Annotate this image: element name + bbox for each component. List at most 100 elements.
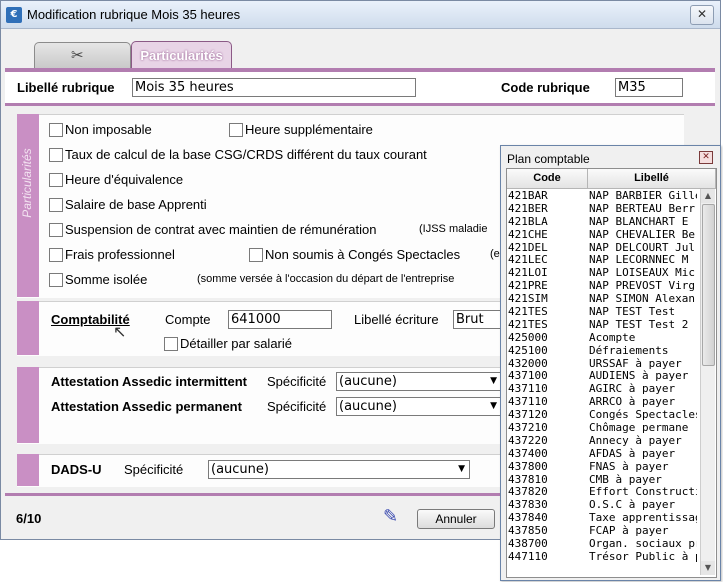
tab-particularites[interactable]: Particularités [131, 41, 232, 69]
specificite-intermittent-label: Spécificité [267, 374, 327, 389]
chevron-down-icon: ▼ [458, 464, 465, 474]
pencil-icon[interactable]: ✎ [383, 506, 398, 527]
table-row[interactable]: 425000 Acompte [507, 332, 697, 345]
non-imposable-label: Non imposable [65, 122, 152, 137]
non-soumis-conges-label: Non soumis à Congés Spectacles [265, 247, 461, 262]
row-libelle: Défraiements [589, 344, 669, 357]
table-row[interactable]: 437810 CMB à payer [507, 474, 697, 487]
non-soumis-note: (e [490, 248, 500, 260]
row-code: 421SIM [508, 293, 548, 306]
divider [5, 103, 715, 106]
salaire-base-apprenti-checkbox[interactable] [49, 198, 63, 212]
column-header-libelle[interactable]: Libellé [588, 169, 716, 189]
table-row[interactable]: 437850 FCAP à payer [507, 525, 697, 538]
row-code: 438700 [508, 538, 548, 551]
particularites-strip: Particularités [17, 114, 39, 297]
suspension-contrat-checkbox[interactable] [49, 223, 63, 237]
row-code: 437100 [508, 370, 548, 383]
plan-comptable-popup: Plan comptable ✕ Code Libellé 421BAR NAP … [500, 145, 721, 581]
window-close-button[interactable]: ✕ [690, 5, 714, 25]
table-row[interactable]: 421SIM NAP SIMON Alexan [507, 293, 697, 306]
table-row[interactable]: 421TES NAP TEST Test [507, 306, 697, 319]
row-libelle: Acompte [589, 331, 636, 344]
row-code: 421LOI [508, 267, 548, 280]
column-header-code[interactable]: Code [507, 169, 588, 189]
libelle-rubrique-input[interactable]: Mois 35 heures [132, 78, 416, 97]
tab-general[interactable]: ✂ [34, 42, 131, 68]
table-row[interactable]: 437800 FNAS à payer [507, 461, 697, 474]
table-row[interactable]: 421BAR NAP BARBIER Gille [507, 190, 697, 203]
row-code: 437400 [508, 447, 548, 460]
row-libelle: Congés Spectacles [589, 409, 697, 422]
non-imposable-checkbox[interactable] [49, 123, 63, 137]
dads-strip [17, 454, 39, 486]
table-row[interactable]: 421LEC NAP LECORNNEC M [507, 254, 697, 267]
app-icon: € [6, 7, 22, 23]
popup-close-icon[interactable]: ✕ [699, 151, 713, 164]
annuler-button[interactable]: Annuler [417, 509, 495, 529]
detailler-salarie-label: Détailler par salarié [180, 336, 292, 351]
detailler-salarie-checkbox[interactable] [164, 337, 178, 351]
table-row[interactable]: 421DEL NAP DELCOURT Jul [507, 242, 697, 255]
row-code: 437820 [508, 486, 548, 499]
table-row[interactable]: 437400 AFDAS à payer [507, 448, 697, 461]
wrench-tools-icon: ✂ [71, 46, 84, 64]
row-libelle: NAP LOISEAUX Mic [589, 267, 695, 280]
table-row[interactable]: 437100 AUDIENS à payer [507, 370, 697, 383]
vertical-scrollbar[interactable]: ▲ ▼ [700, 189, 715, 575]
compte-input[interactable]: 641000 [228, 310, 332, 329]
row-code: 437110 [508, 383, 548, 396]
table-row[interactable]: 437820 Effort Construction [507, 486, 697, 499]
somme-isolee-checkbox[interactable] [49, 273, 63, 287]
table-row[interactable]: 437110 ARRCO à payer [507, 396, 697, 409]
table-row[interactable]: 421PRE NAP PREVOST Virg [507, 280, 697, 293]
row-code: 421TES [508, 306, 548, 319]
libelle-ecriture-label: Libellé écriture [354, 312, 439, 327]
row-code: 421DEL [508, 241, 548, 254]
table-row[interactable]: 421CHE NAP CHEVALIER Be [507, 229, 697, 242]
code-rubrique-label: Code rubrique [501, 80, 590, 95]
table-row[interactable]: 421LOI NAP LOISEAUX Mic [507, 267, 697, 280]
table-row[interactable]: 421TES NAP TEST Test 2 [507, 319, 697, 332]
table-row[interactable]: 438700 Organ. sociaux pro [507, 538, 697, 551]
specificite-intermittent-dropdown[interactable]: (aucune) ▼ [336, 372, 502, 391]
page-indicator: 6/10 [16, 511, 42, 526]
table-row[interactable]: 437220 Annecy à payer [507, 435, 697, 448]
row-libelle: NAP TEST Test [589, 306, 676, 319]
table-row[interactable]: 421BER NAP BERTEAU Berr [507, 203, 697, 216]
row-libelle: O.S.C à payer [589, 499, 676, 512]
heure-supplementaire-checkbox[interactable] [229, 123, 243, 137]
table-row[interactable]: 437210 Chômage permane [507, 422, 697, 435]
row-code: 437110 [508, 396, 548, 409]
heure-supplementaire-label: Heure supplémentaire [245, 122, 373, 137]
row-code: 437120 [508, 409, 548, 422]
libelle-ecriture-input[interactable]: Brut [453, 310, 503, 329]
row-libelle: NAP PREVOST Virg [589, 280, 695, 293]
row-libelle: Organ. sociaux pro [589, 538, 697, 551]
table-row[interactable]: 447110 Trésor Public à pay [507, 551, 697, 564]
code-rubrique-input[interactable]: M35 [615, 78, 683, 97]
table-row[interactable]: 437120 Congés Spectacles [507, 409, 697, 422]
comptabilite-strip [17, 301, 39, 355]
table-row[interactable]: 432000 URSSAF à payer [507, 358, 697, 371]
row-libelle: Chômage permane [589, 422, 689, 435]
scroll-up-icon[interactable]: ▲ [701, 189, 715, 203]
taux-calcul-checkbox[interactable] [49, 148, 63, 162]
row-code: 421BER [508, 202, 548, 215]
heure-equivalence-checkbox[interactable] [49, 173, 63, 187]
dads-specificite-dropdown[interactable]: (aucune) ▼ [208, 460, 470, 479]
scroll-down-icon[interactable]: ▼ [701, 561, 715, 575]
row-code: 421PRE [508, 280, 548, 293]
table-row[interactable]: 437840 Taxe apprentissage [507, 512, 697, 525]
specificite-permanent-dropdown[interactable]: (aucune) ▼ [336, 397, 502, 416]
table-row[interactable]: 437110 AGIRC à payer [507, 383, 697, 396]
scrollbar-thumb[interactable] [702, 204, 715, 366]
table-row[interactable]: 421BLA NAP BLANCHART E [507, 216, 697, 229]
frais-professionnel-checkbox[interactable] [49, 248, 63, 262]
row-libelle: NAP TEST Test 2 [589, 318, 689, 331]
non-soumis-conges-checkbox[interactable] [249, 248, 263, 262]
specificite-permanent-label: Spécificité [267, 399, 327, 414]
table-row[interactable]: 437830 O.S.C à payer [507, 499, 697, 512]
table-row[interactable]: 425100 Défraiements [507, 345, 697, 358]
suspension-note: (IJSS maladie [419, 223, 488, 235]
